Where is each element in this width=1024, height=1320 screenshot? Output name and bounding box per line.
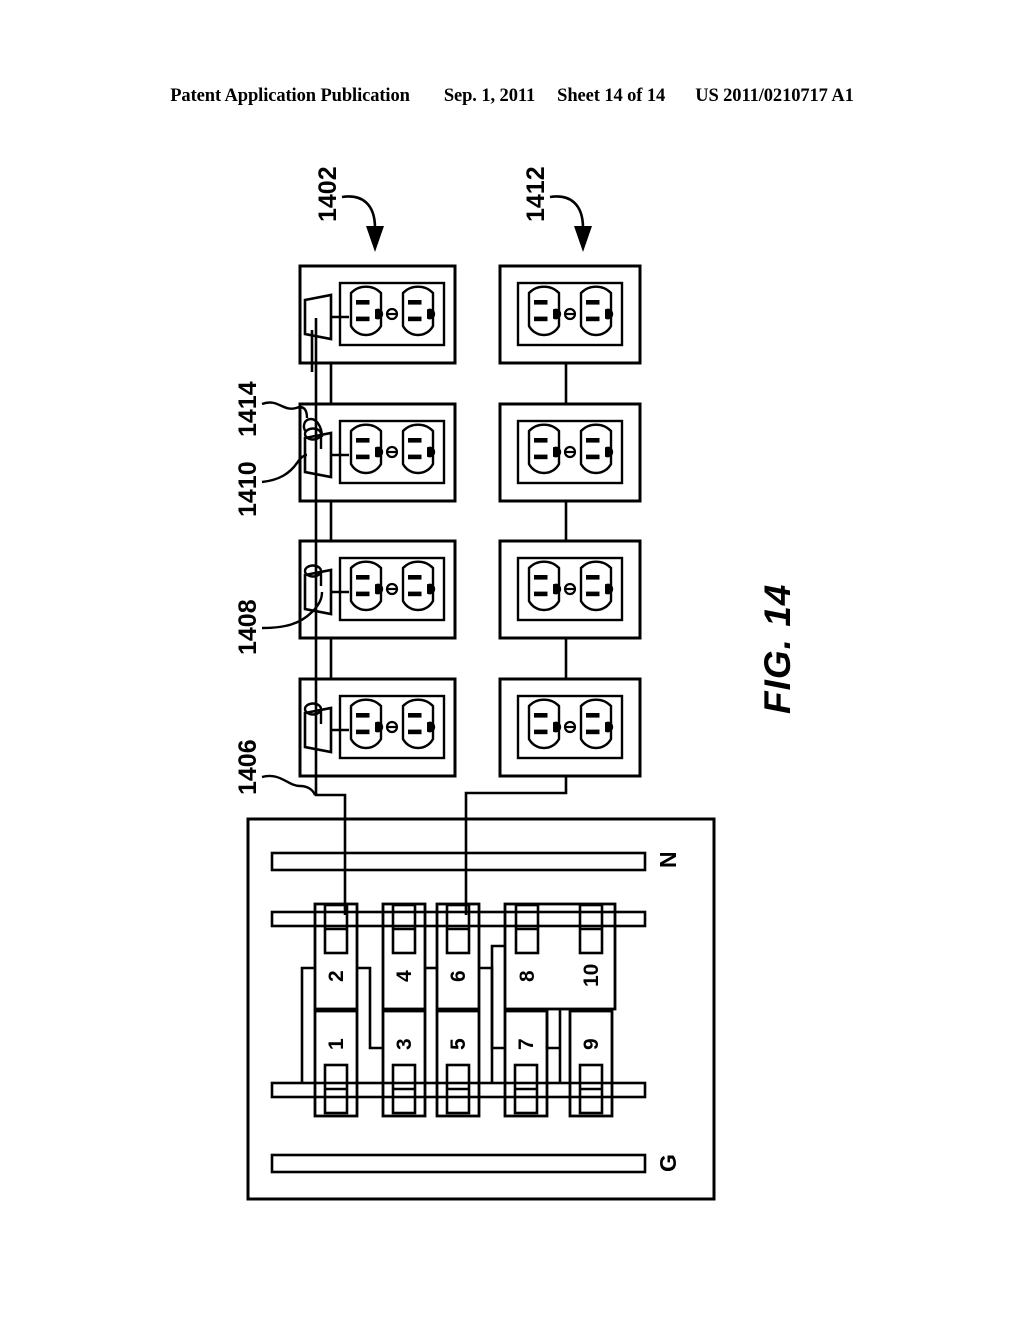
outlet-box-left-3 xyxy=(298,539,457,640)
reference-numeral-1402: 1402 xyxy=(314,166,342,222)
breaker-8-10-double-pole: 8 10 xyxy=(503,902,617,1011)
breaker-6: 6 xyxy=(435,902,481,1011)
reference-numeral-1410: 1410 xyxy=(234,461,262,517)
outlet-box-right-2 xyxy=(498,402,642,503)
ground-bus-bar xyxy=(270,1153,647,1174)
breaker-panel: 2 4 6 8 10 1 3 5 7 9 N G xyxy=(246,817,716,1201)
outlet-box-left-2 xyxy=(298,402,457,503)
breaker-number-4: 4 xyxy=(393,970,416,982)
reference-leader-1414: 1414 xyxy=(234,381,309,437)
breaker-1: 1 xyxy=(313,1009,359,1118)
breaker-number-2: 2 xyxy=(325,970,348,982)
breaker-jumper-1 xyxy=(300,966,315,1083)
breaker-3: 3 xyxy=(381,1009,427,1118)
breaker-7: 7 xyxy=(503,1009,549,1118)
outlet-box-right-3 xyxy=(498,539,642,640)
breaker-9: 9 xyxy=(568,1009,614,1118)
breaker-number-10: 10 xyxy=(580,964,603,987)
breaker-jumper-6 xyxy=(545,1009,560,1050)
patent-page: Patent Application Publication Sep. 1, 2… xyxy=(0,0,1024,1320)
figure-label: FIG. 14 xyxy=(757,584,798,714)
breaker-number-1: 1 xyxy=(325,1038,348,1050)
breaker-number-5: 5 xyxy=(447,1038,470,1050)
breaker-number-8: 8 xyxy=(516,970,539,982)
breaker-jumper-4 xyxy=(479,966,494,1083)
breaker-2: 2 xyxy=(313,902,359,1011)
reference-leader-1410: 1410 xyxy=(234,453,308,517)
breaker-4: 4 xyxy=(381,902,427,1011)
neutral-bus-label: N xyxy=(655,851,681,868)
outlet-box-right-4 xyxy=(498,677,642,778)
outlet-box-left-1 xyxy=(298,264,457,372)
reference-numeral-1406: 1406 xyxy=(234,739,262,795)
outlet-box-left-4 xyxy=(298,677,457,778)
neutral-bus-bar xyxy=(270,851,647,872)
figure-14-drawing: 2 4 6 8 10 1 3 5 7 9 N G 1402 1412 1414 … xyxy=(0,0,1024,1320)
breaker-jumper-2 xyxy=(357,966,383,1050)
outlet-box-right-1 xyxy=(498,264,642,365)
hot-bus-bar-upper xyxy=(270,910,647,928)
breaker-number-3: 3 xyxy=(393,1038,416,1050)
right-column-feeder-conductor xyxy=(464,776,568,915)
reference-numeral-1408: 1408 xyxy=(234,599,262,655)
breaker-number-7: 7 xyxy=(515,1038,538,1050)
reference-leader-1412: 1412 xyxy=(522,166,592,252)
ground-bus-label: G xyxy=(655,1154,681,1172)
breaker-number-9: 9 xyxy=(580,1038,603,1050)
reference-numeral-1414: 1414 xyxy=(234,381,262,437)
reference-numeral-1412: 1412 xyxy=(522,166,550,222)
reference-leader-1402: 1402 xyxy=(314,166,384,252)
reference-leader-1408: 1408 xyxy=(234,591,324,655)
reference-leader-1406: 1406 xyxy=(234,739,317,796)
breaker-jumper-5 xyxy=(490,944,505,1050)
breaker-number-6: 6 xyxy=(447,970,470,982)
breaker-5: 5 xyxy=(435,1009,481,1118)
